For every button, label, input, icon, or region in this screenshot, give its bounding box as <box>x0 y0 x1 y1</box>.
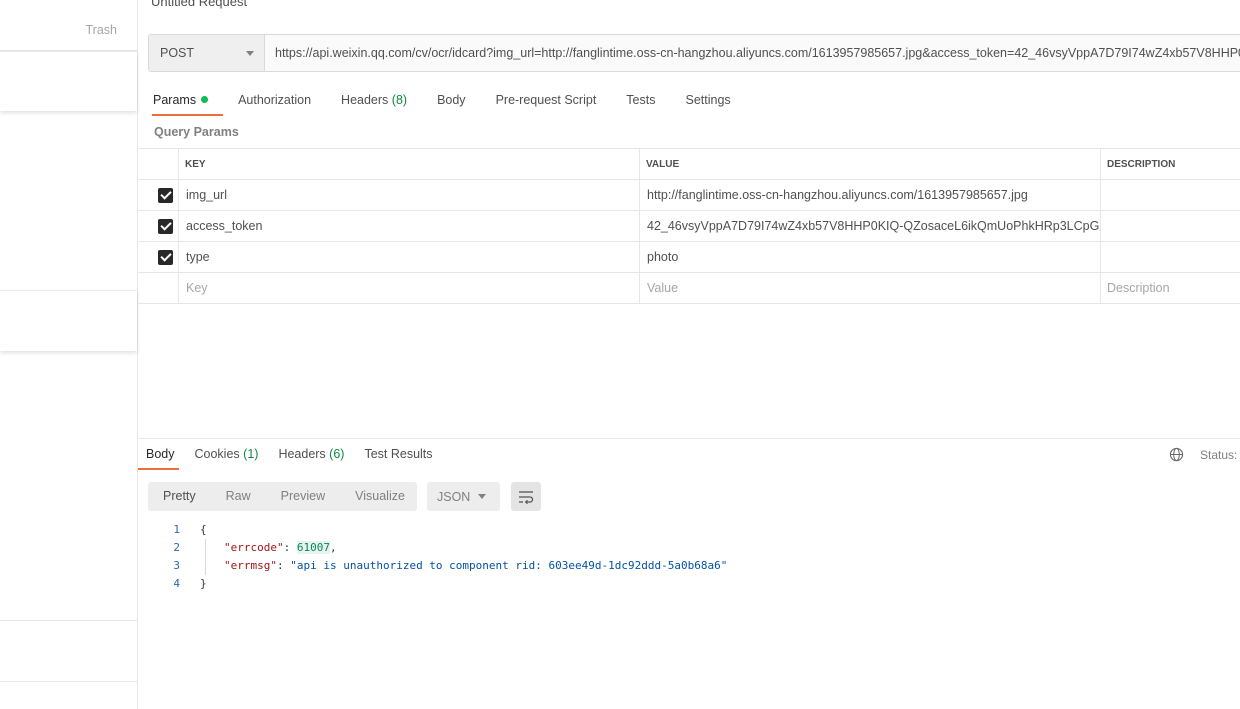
language-label: JSON <box>437 489 471 504</box>
response-tab-cookies[interactable]: Cookies (1) <box>185 440 269 470</box>
column-key-header: KEY <box>179 149 640 179</box>
format-pretty-button[interactable]: Pretty <box>148 482 211 511</box>
tab-label: Headers <box>278 447 326 461</box>
table-row: access_token 42_46vsyVppA7D79I74wZ4xb57V… <box>138 211 1240 242</box>
code-line: 2 "errcode": 61007, <box>148 539 727 557</box>
code-text: "errcode": 61007, <box>224 541 337 554</box>
code-text: { <box>200 523 207 536</box>
url-bar: POST https://api.weixin.qq.com/cv/ocr/id… <box>148 34 1240 72</box>
json-string: "api is unauthorized to component rid: 6… <box>290 559 728 572</box>
checkbox-checked-icon[interactable] <box>158 218 173 234</box>
query-params-label: Query Params <box>154 125 239 139</box>
language-select[interactable]: JSON <box>427 482 500 511</box>
row-check-cell <box>138 211 179 241</box>
tab-body[interactable]: Body <box>422 84 481 116</box>
params-active-dot-icon <box>201 96 209 103</box>
new-param-row: Key Value Description <box>138 273 1240 304</box>
line-number: 3 <box>173 559 180 572</box>
sidebar-item[interactable] <box>0 290 137 351</box>
column-description-header: DESCRIPTION <box>1107 158 1176 170</box>
request-panel: Untitled Request POST https://api.weixin… <box>138 0 1240 709</box>
code-text: "errmsg": "api is unauthorized to compon… <box>224 559 728 572</box>
sidebar-item[interactable] <box>0 51 137 111</box>
code-line: 1 { <box>148 521 727 539</box>
params-header-row: KEY VALUE DESCRIPTION <box>138 149 1240 180</box>
sidebar-divider <box>0 681 137 682</box>
param-description[interactable] <box>1101 180 1240 210</box>
sidebar: Trash <box>0 0 138 709</box>
response-tab-body[interactable]: Body <box>138 440 185 470</box>
row-check-cell <box>138 273 179 303</box>
code-text: } <box>200 577 207 590</box>
status-label: Status: <box>1200 448 1238 462</box>
method-select[interactable]: POST <box>149 35 265 71</box>
tab-headers[interactable]: Headers (8) <box>326 84 422 116</box>
param-key[interactable]: img_url <box>179 180 640 210</box>
new-key-input[interactable]: Key <box>179 273 640 303</box>
response-headers-count: (6) <box>329 447 345 461</box>
url-input[interactable]: https://api.weixin.qq.com/cv/ocr/idcard?… <box>265 35 1240 71</box>
column-value-header: VALUE <box>640 149 1101 179</box>
param-description[interactable] <box>1101 211 1240 241</box>
tab-prerequest-script[interactable]: Pre-request Script <box>481 84 612 116</box>
row-check-cell <box>138 180 179 210</box>
globe-icon[interactable] <box>1169 447 1184 462</box>
request-tabs: Params Authorization Headers (8) Body Pr… <box>138 84 746 116</box>
tab-params[interactable]: Params <box>138 84 224 116</box>
tab-authorization[interactable]: Authorization <box>223 84 326 116</box>
tab-label: Headers <box>341 93 389 107</box>
new-value-input[interactable]: Value <box>640 273 1101 303</box>
code-line: 4 } <box>148 575 727 593</box>
format-visualize-button[interactable]: Visualize <box>340 482 420 511</box>
response-tabs: Body Cookies (1) Headers (6) Test Result… <box>138 440 443 470</box>
line-number: 4 <box>173 577 180 590</box>
response-tab-test-results[interactable]: Test Results <box>354 440 442 470</box>
method-label: POST <box>160 46 195 60</box>
table-row: type photo <box>138 242 1240 273</box>
chevron-down-icon <box>478 494 486 499</box>
trash-link[interactable]: Trash <box>86 23 118 37</box>
line-number: 2 <box>173 541 180 554</box>
checkbox-checked-icon[interactable] <box>158 187 173 203</box>
header-check-cell <box>138 149 179 179</box>
param-value[interactable]: http://fanglintime.oss-cn-hangzhou.aliyu… <box>640 180 1101 210</box>
sidebar-divider <box>0 620 137 621</box>
cookies-count: (1) <box>243 447 259 461</box>
params-table: KEY VALUE DESCRIPTION img_url http://fan… <box>138 148 1240 304</box>
format-preview-button[interactable]: Preview <box>266 482 340 511</box>
wrap-lines-button[interactable] <box>511 482 541 511</box>
wrap-lines-icon <box>519 490 534 504</box>
response-tab-headers[interactable]: Headers (6) <box>268 440 354 470</box>
json-key: "errmsg" <box>224 559 277 572</box>
request-title[interactable]: Untitled Request <box>151 0 247 9</box>
code-line: 3 "errmsg": "api is unauthorized to comp… <box>148 557 727 575</box>
checkbox-checked-icon[interactable] <box>158 249 173 265</box>
table-row: img_url http://fanglintime.oss-cn-hangzh… <box>138 180 1240 211</box>
param-key[interactable]: access_token <box>179 211 640 241</box>
json-number: 61007 <box>296 541 330 554</box>
tab-tests[interactable]: Tests <box>611 84 670 116</box>
row-check-cell <box>138 242 179 272</box>
headers-count: (8) <box>391 93 408 107</box>
format-raw-button[interactable]: Raw <box>211 482 266 511</box>
response-format-group: Pretty Raw Preview Visualize <box>148 482 417 511</box>
response-divider[interactable] <box>138 438 1240 439</box>
param-description[interactable] <box>1101 242 1240 272</box>
chevron-down-icon <box>246 50 254 56</box>
tab-label: Params <box>153 93 197 107</box>
tab-settings[interactable]: Settings <box>670 84 745 116</box>
param-value[interactable]: 42_46vsyVppA7D79I74wZ4xb57V8HHP0KIQ-QZos… <box>640 211 1101 241</box>
param-value[interactable]: photo <box>640 242 1101 272</box>
new-description-input[interactable]: Description <box>1101 273 1240 303</box>
tab-label: Cookies <box>194 447 240 461</box>
response-body[interactable]: 1 { 2 "errcode": 61007, 3 "errmsg": "api… <box>148 521 727 593</box>
param-key[interactable]: type <box>179 242 640 272</box>
json-key: "errcode" <box>224 541 284 554</box>
line-number: 1 <box>173 523 180 536</box>
